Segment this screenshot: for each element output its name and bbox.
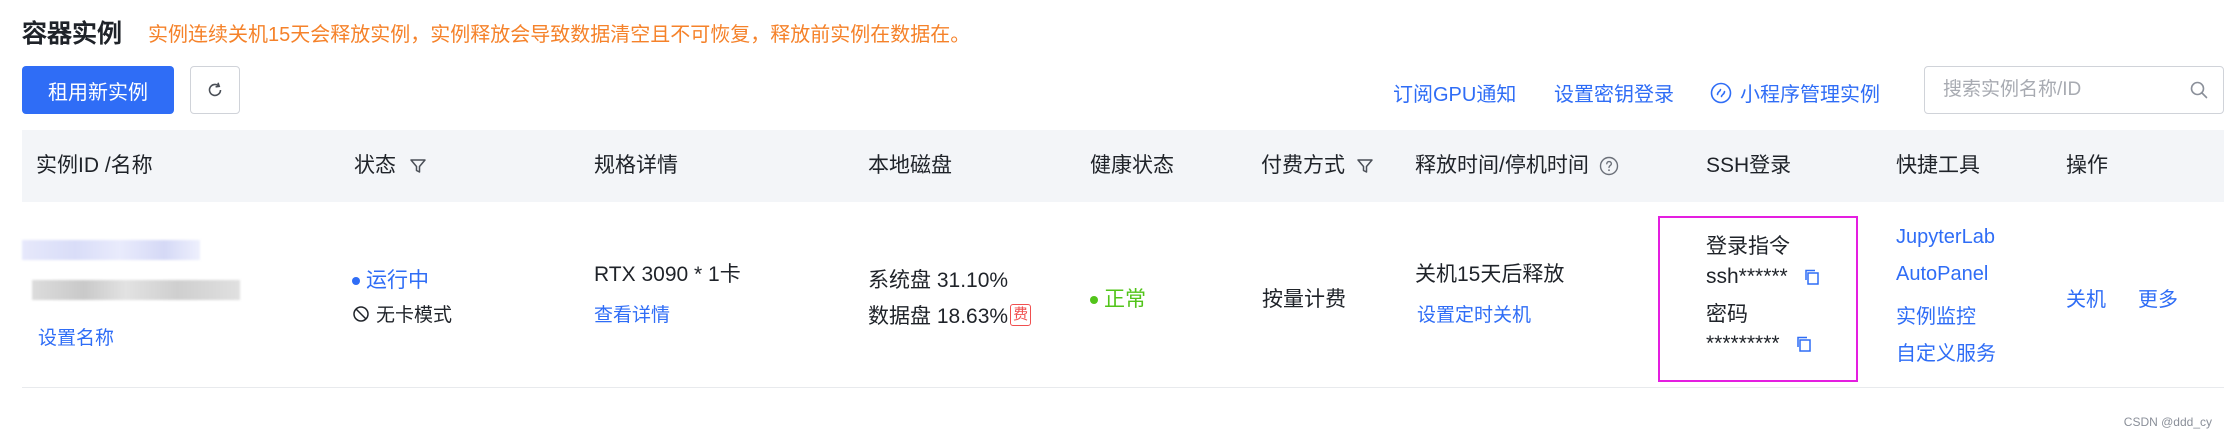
instance-id-redacted (22, 240, 200, 260)
gpu-spec: RTX 3090 * 1卡 (594, 263, 741, 286)
header-billing: 付费方式 (1261, 130, 1375, 202)
header-disk: 本地磁盘 (868, 154, 952, 177)
miniapp-icon (1710, 82, 1732, 103)
set-name-link[interactable]: 设置名称 (38, 323, 114, 350)
copy-icon[interactable] (1802, 267, 1822, 287)
set-timer-shutdown-link[interactable]: 设置定时关机 (1417, 300, 1531, 327)
data-disk-usage: 数据盘 18.63% 费 (868, 300, 1032, 330)
miniapp-manage-link[interactable]: 小程序管理实例 (1710, 78, 1880, 107)
header-instance-id: 实例ID /名称 (36, 154, 153, 177)
health-status: 正常 (1090, 283, 1146, 313)
more-button[interactable]: 更多 (2138, 283, 2178, 312)
release-policy: 关机15天后释放 (1415, 263, 1565, 286)
search-input[interactable] (1943, 67, 2173, 113)
gpu-notify-link[interactable]: 订阅GPU通知 (1393, 78, 1516, 107)
ssh-command-value: ssh****** (1706, 265, 1788, 288)
copy-icon[interactable] (1794, 334, 1814, 354)
ssh-command-label: 登录指令 (1706, 235, 1790, 258)
miniapp-label: 小程序管理实例 (1740, 84, 1880, 106)
fee-badge: 费 (1010, 304, 1032, 326)
page-title: 容器实例 (22, 20, 123, 48)
billing-mode: 按量计费 (1262, 288, 1346, 311)
header-tools: 快捷工具 (1896, 154, 1980, 177)
header-status-label: 状态 (354, 154, 396, 177)
search-box[interactable] (1924, 66, 2224, 114)
spec-detail-link[interactable]: 查看详情 (594, 300, 670, 327)
header-health: 健康状态 (1090, 154, 1174, 177)
instance-name-redacted (32, 280, 240, 300)
table-header: 实例ID /名称 状态 规格详情 本地磁盘 健康状态 付费方式 释放时间/停机时… (22, 130, 2224, 202)
password-value: ********* (1706, 332, 1780, 355)
key-login-link[interactable]: 设置密钥登录 (1554, 78, 1674, 107)
refresh-button[interactable] (190, 66, 240, 114)
refresh-icon (208, 82, 222, 97)
release-notice: 实例连续关机15天会释放实例，实例释放会导致数据清空且不可恢复，释放前实例在数据… (148, 24, 971, 46)
status-dot (352, 277, 360, 286)
header-status: 状态 (354, 130, 428, 202)
filter-icon[interactable] (408, 156, 428, 176)
tool-jupyterlab-link[interactable]: JupyterLab (1896, 226, 1995, 249)
header-ssh: SSH登录 (1706, 154, 1792, 177)
data-disk-label: 数据盘 18.63% (868, 305, 1009, 328)
rent-new-instance-button[interactable]: 租用新实例 (22, 66, 174, 114)
status-label: 运行中 (366, 269, 429, 292)
health-label: 正常 (1104, 288, 1146, 311)
shutdown-button[interactable]: 关机 (2066, 283, 2106, 312)
tool-autopanel-link[interactable]: AutoPanel (1896, 263, 1988, 286)
header-release: 释放时间/停机时间 (1415, 130, 1619, 202)
help-icon[interactable] (1599, 156, 1619, 176)
header-billing-label: 付费方式 (1261, 154, 1345, 177)
tool-monitor-link[interactable]: 实例监控 (1896, 300, 1976, 329)
gpu-mode-label: 无卡模式 (376, 305, 453, 326)
header-spec: 规格详情 (594, 154, 678, 177)
header-ops: 操作 (2066, 154, 2108, 177)
filter-icon[interactable] (1355, 156, 1375, 176)
row-divider (22, 387, 2224, 388)
gpu-mode: 无卡模式 (352, 300, 452, 327)
no-gpu-icon (353, 305, 369, 322)
health-dot (1090, 296, 1098, 305)
password-label: 密码 (1706, 303, 1748, 326)
tool-custom-service-link[interactable]: 自定义服务 (1896, 337, 1996, 366)
ssh-command: ssh****** (1706, 265, 1822, 289)
header-release-label: 释放时间/停机时间 (1415, 154, 1589, 177)
system-disk-usage: 系统盘 31.10% (868, 269, 1009, 292)
password: ********* (1706, 332, 1814, 356)
watermark: CSDN @ddd_cy (2123, 415, 2212, 429)
search-icon[interactable] (2189, 80, 2209, 100)
status-running: 运行中 (352, 264, 429, 294)
